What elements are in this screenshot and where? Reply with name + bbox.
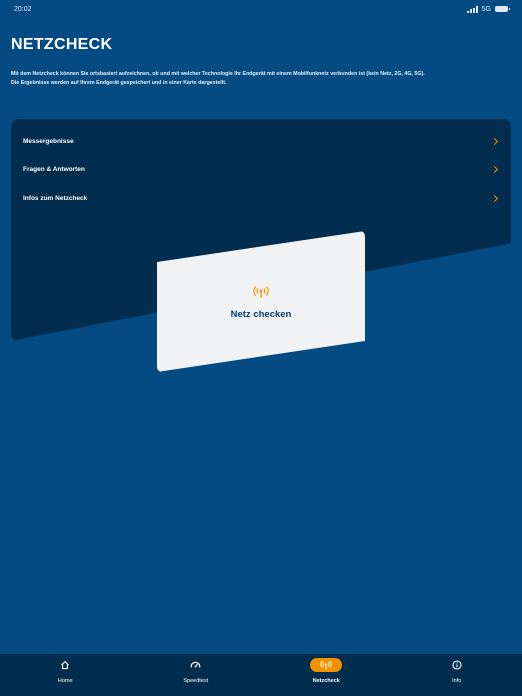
antenna-signal-icon [320,660,332,670]
intro-line-1: Mit dem Netzcheck können Sie ortsbasiert… [11,71,425,77]
menu-item-messergebnisse[interactable]: Messergebnisse [11,127,511,156]
menu-item-infos-netzcheck[interactable]: Infos zum Netzcheck [11,184,511,213]
status-bar: 20:02 5G [0,0,522,18]
tab-netzcheck[interactable]: Netzcheck [261,654,392,696]
tab-info[interactable]: Info [392,654,522,696]
netz-checken-label: Netz checken [230,309,292,320]
info-icon [452,660,462,670]
tab-home[interactable]: Home [0,654,131,696]
status-indicators: 5G [466,5,510,13]
menu-item-label: Fragen & Antworten [23,166,85,174]
chevron-right-icon [490,137,499,145]
status-time: 20:02 [14,5,32,13]
cellular-signal-icon [466,5,478,13]
status-network: 5G [481,5,491,13]
menu-item-label: Infos zum Netzcheck [23,194,88,202]
intro-text: Mit dem Netzcheck können Sie ortsbasiert… [11,70,501,88]
battery-icon [495,6,510,12]
page-title: NETZCHECK [11,36,113,53]
antenna-signal-icon [253,285,269,298]
intro-line-2: Die Ergebnisse werden auf Ihrem Endgerät… [11,79,227,86]
tab-label: Netzcheck [312,678,340,684]
tab-label: Home [57,678,73,684]
chevron-right-icon [490,194,499,202]
speedometer-icon [190,661,201,668]
menu-item-label: Messergebnisse [23,137,74,145]
chevron-right-icon [490,166,499,174]
tab-label: Info [452,678,462,684]
home-icon [61,661,70,670]
menu-list: Messergebnisse Fragen & Antworten Infos … [11,127,511,213]
tab-speedtest[interactable]: Speedtest [131,654,262,696]
bottom-tab-bar: Home Speedtest Netzcheck Info [0,654,522,696]
menu-item-fragen-antworten[interactable]: Fragen & Antworten [11,156,511,185]
tab-label: Speedtest [183,678,209,684]
